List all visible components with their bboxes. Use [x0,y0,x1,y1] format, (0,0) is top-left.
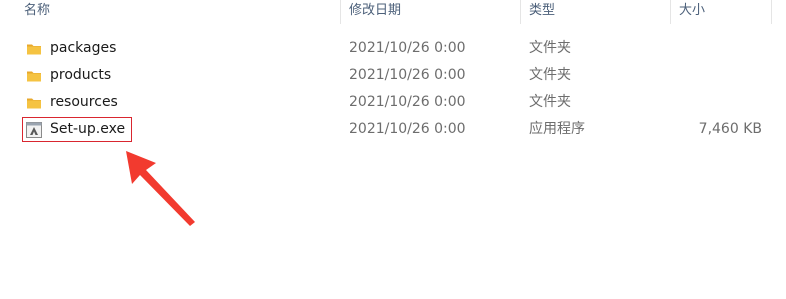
file-type: 文件夹 [529,94,571,110]
pointer-arrow-icon [126,151,195,226]
highlight-box [22,117,132,142]
column-divider[interactable] [670,0,671,24]
column-header-size[interactable]: 大小 [679,0,705,24]
file-type: 应用程序 [529,121,585,137]
file-modified: 2021/10/26 0:00 [349,121,466,137]
column-divider[interactable] [340,0,341,24]
file-modified: 2021/10/26 0:00 [349,67,466,83]
file-type: 文件夹 [529,40,571,56]
folder-icon [26,41,42,57]
column-header-bar: 名称 修改日期 类型 大小 [0,0,786,24]
column-header-modified[interactable]: 修改日期 [349,0,401,24]
column-divider[interactable] [520,0,521,24]
column-divider[interactable] [771,0,772,24]
file-modified: 2021/10/26 0:00 [349,94,466,110]
file-row[interactable]: packages 2021/10/26 0:00 文件夹 [0,35,786,62]
file-name: products [50,67,112,83]
file-type: 文件夹 [529,67,571,83]
folder-icon [26,95,42,111]
column-header-type[interactable]: 类型 [529,0,555,24]
folder-icon [26,68,42,84]
file-row[interactable]: resources 2021/10/26 0:00 文件夹 [0,89,786,116]
file-name: packages [50,40,117,56]
file-size: 7,460 KB [698,121,762,137]
file-row[interactable]: products 2021/10/26 0:00 文件夹 [0,62,786,89]
file-modified: 2021/10/26 0:00 [349,40,466,56]
column-header-name[interactable]: 名称 [24,0,50,24]
file-name: resources [50,94,118,110]
